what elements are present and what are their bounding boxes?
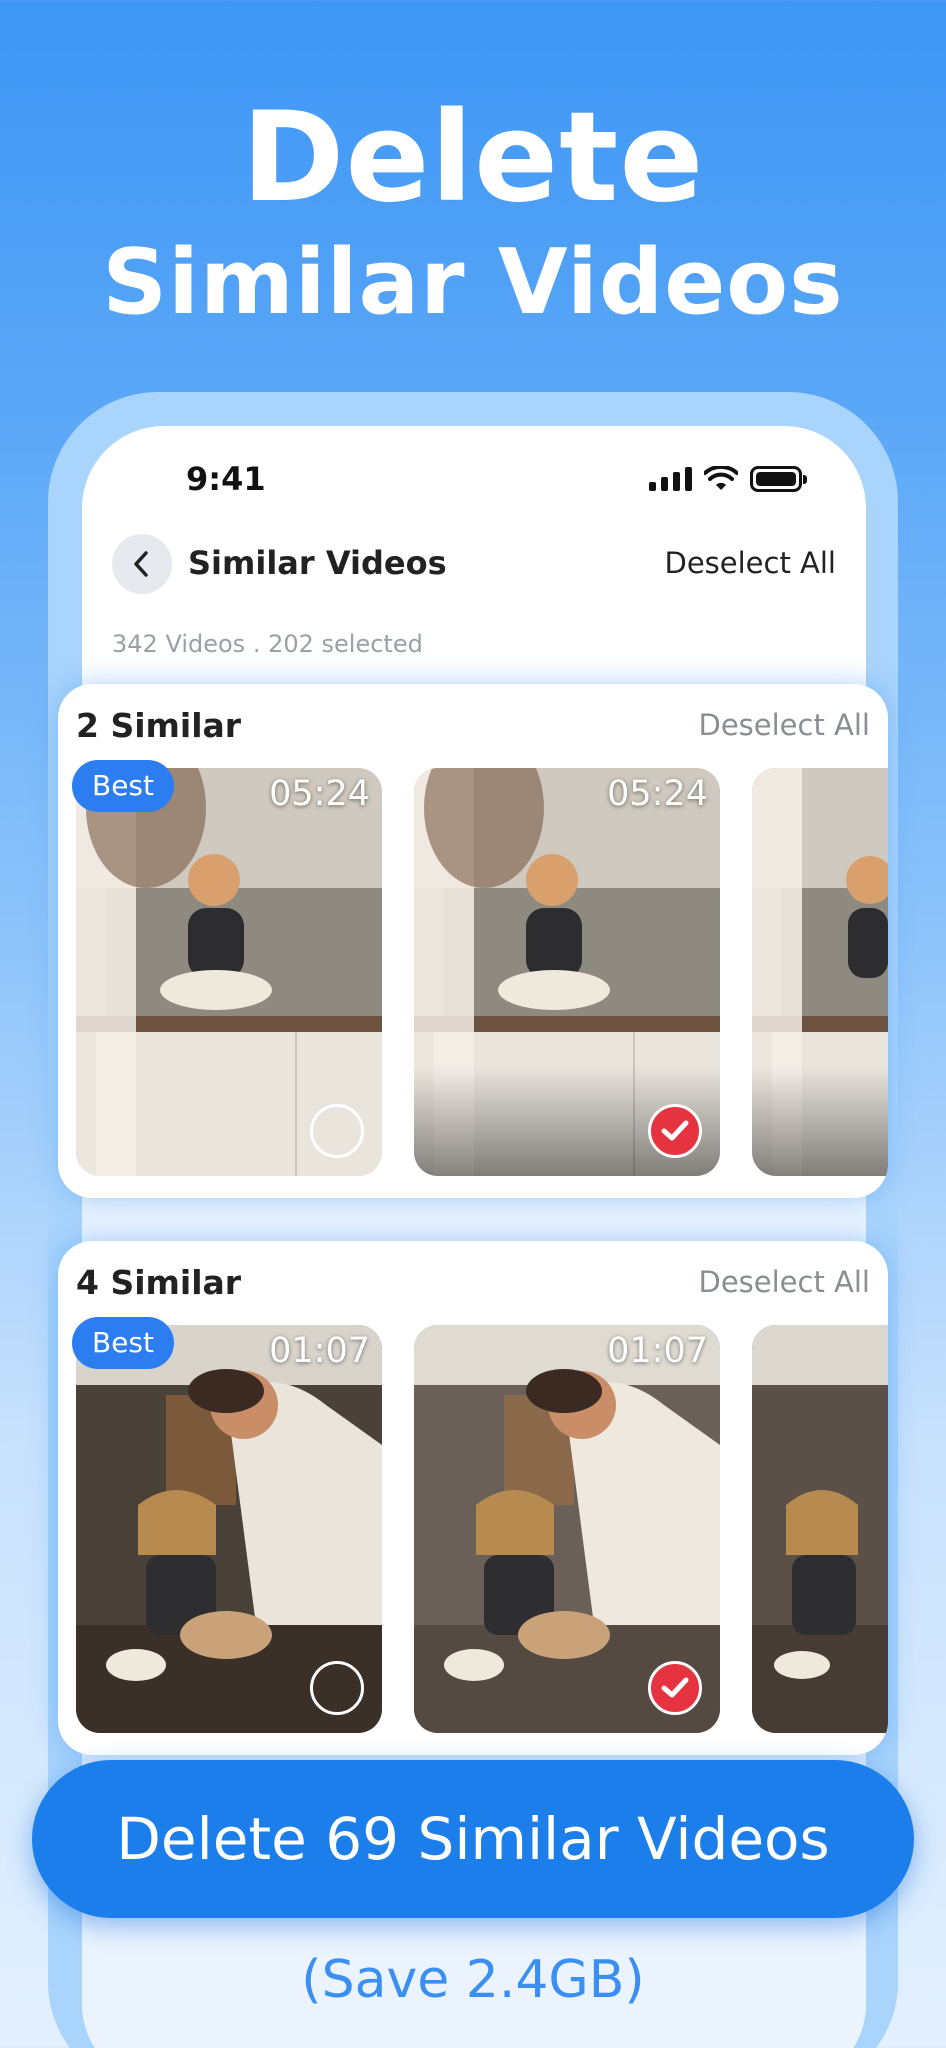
similar-group: 2 Similar Deselect All 05:24 05:24 Best <box>58 684 888 1198</box>
headline-title: Delete <box>241 86 705 230</box>
savings-label: (Save 2.4GB) <box>301 1950 645 2010</box>
best-badge: Best <box>72 1317 175 1369</box>
checkmark-icon <box>661 1120 689 1141</box>
group-title: 2 Similar <box>76 706 242 745</box>
deselect-all-button[interactable]: Deselect All <box>664 546 836 580</box>
headline-subtitle: Similar Videos <box>102 230 844 335</box>
back-button[interactable] <box>112 534 172 594</box>
video-thumbnail[interactable] <box>752 1325 888 1733</box>
video-thumbnail[interactable]: 01:07 <box>414 1325 720 1733</box>
select-checkbox-checked[interactable] <box>648 1104 702 1158</box>
video-preview-image <box>752 1325 888 1733</box>
select-checkbox-checked[interactable] <box>648 1661 702 1715</box>
video-duration: 05:24 <box>607 774 708 814</box>
video-duration: 01:07 <box>269 1331 370 1371</box>
group-deselect-all-button[interactable]: Deselect All <box>698 708 870 742</box>
cellular-signal-icon <box>649 467 692 491</box>
delete-similar-videos-button[interactable]: Delete 69 Similar Videos <box>32 1760 914 1918</box>
group-title: 4 Similar <box>76 1263 242 1302</box>
wifi-icon <box>704 466 738 490</box>
status-time: 9:41 <box>186 460 266 498</box>
select-checkbox[interactable] <box>310 1104 364 1158</box>
checkmark-icon <box>661 1677 689 1698</box>
video-duration: 05:24 <box>269 774 370 814</box>
video-thumbnail[interactable]: 05:24 <box>414 768 720 1176</box>
status-icons <box>649 466 807 492</box>
video-thumbnail[interactable] <box>752 768 888 1176</box>
similar-group: 4 Similar Deselect All 01:07 01:07 Best <box>58 1241 888 1755</box>
selection-summary: 342 Videos . 202 selected <box>112 630 423 658</box>
select-checkbox[interactable] <box>310 1661 364 1715</box>
video-thumbnail[interactable]: 01:07 <box>76 1325 382 1733</box>
group-deselect-all-button[interactable]: Deselect All <box>698 1265 870 1299</box>
battery-icon <box>750 466 807 492</box>
page-title: Similar Videos <box>188 544 447 582</box>
video-duration: 01:07 <box>607 1331 708 1371</box>
chevron-left-icon <box>134 551 148 577</box>
video-thumbnail[interactable]: 05:24 <box>76 768 382 1176</box>
best-badge: Best <box>72 760 175 812</box>
